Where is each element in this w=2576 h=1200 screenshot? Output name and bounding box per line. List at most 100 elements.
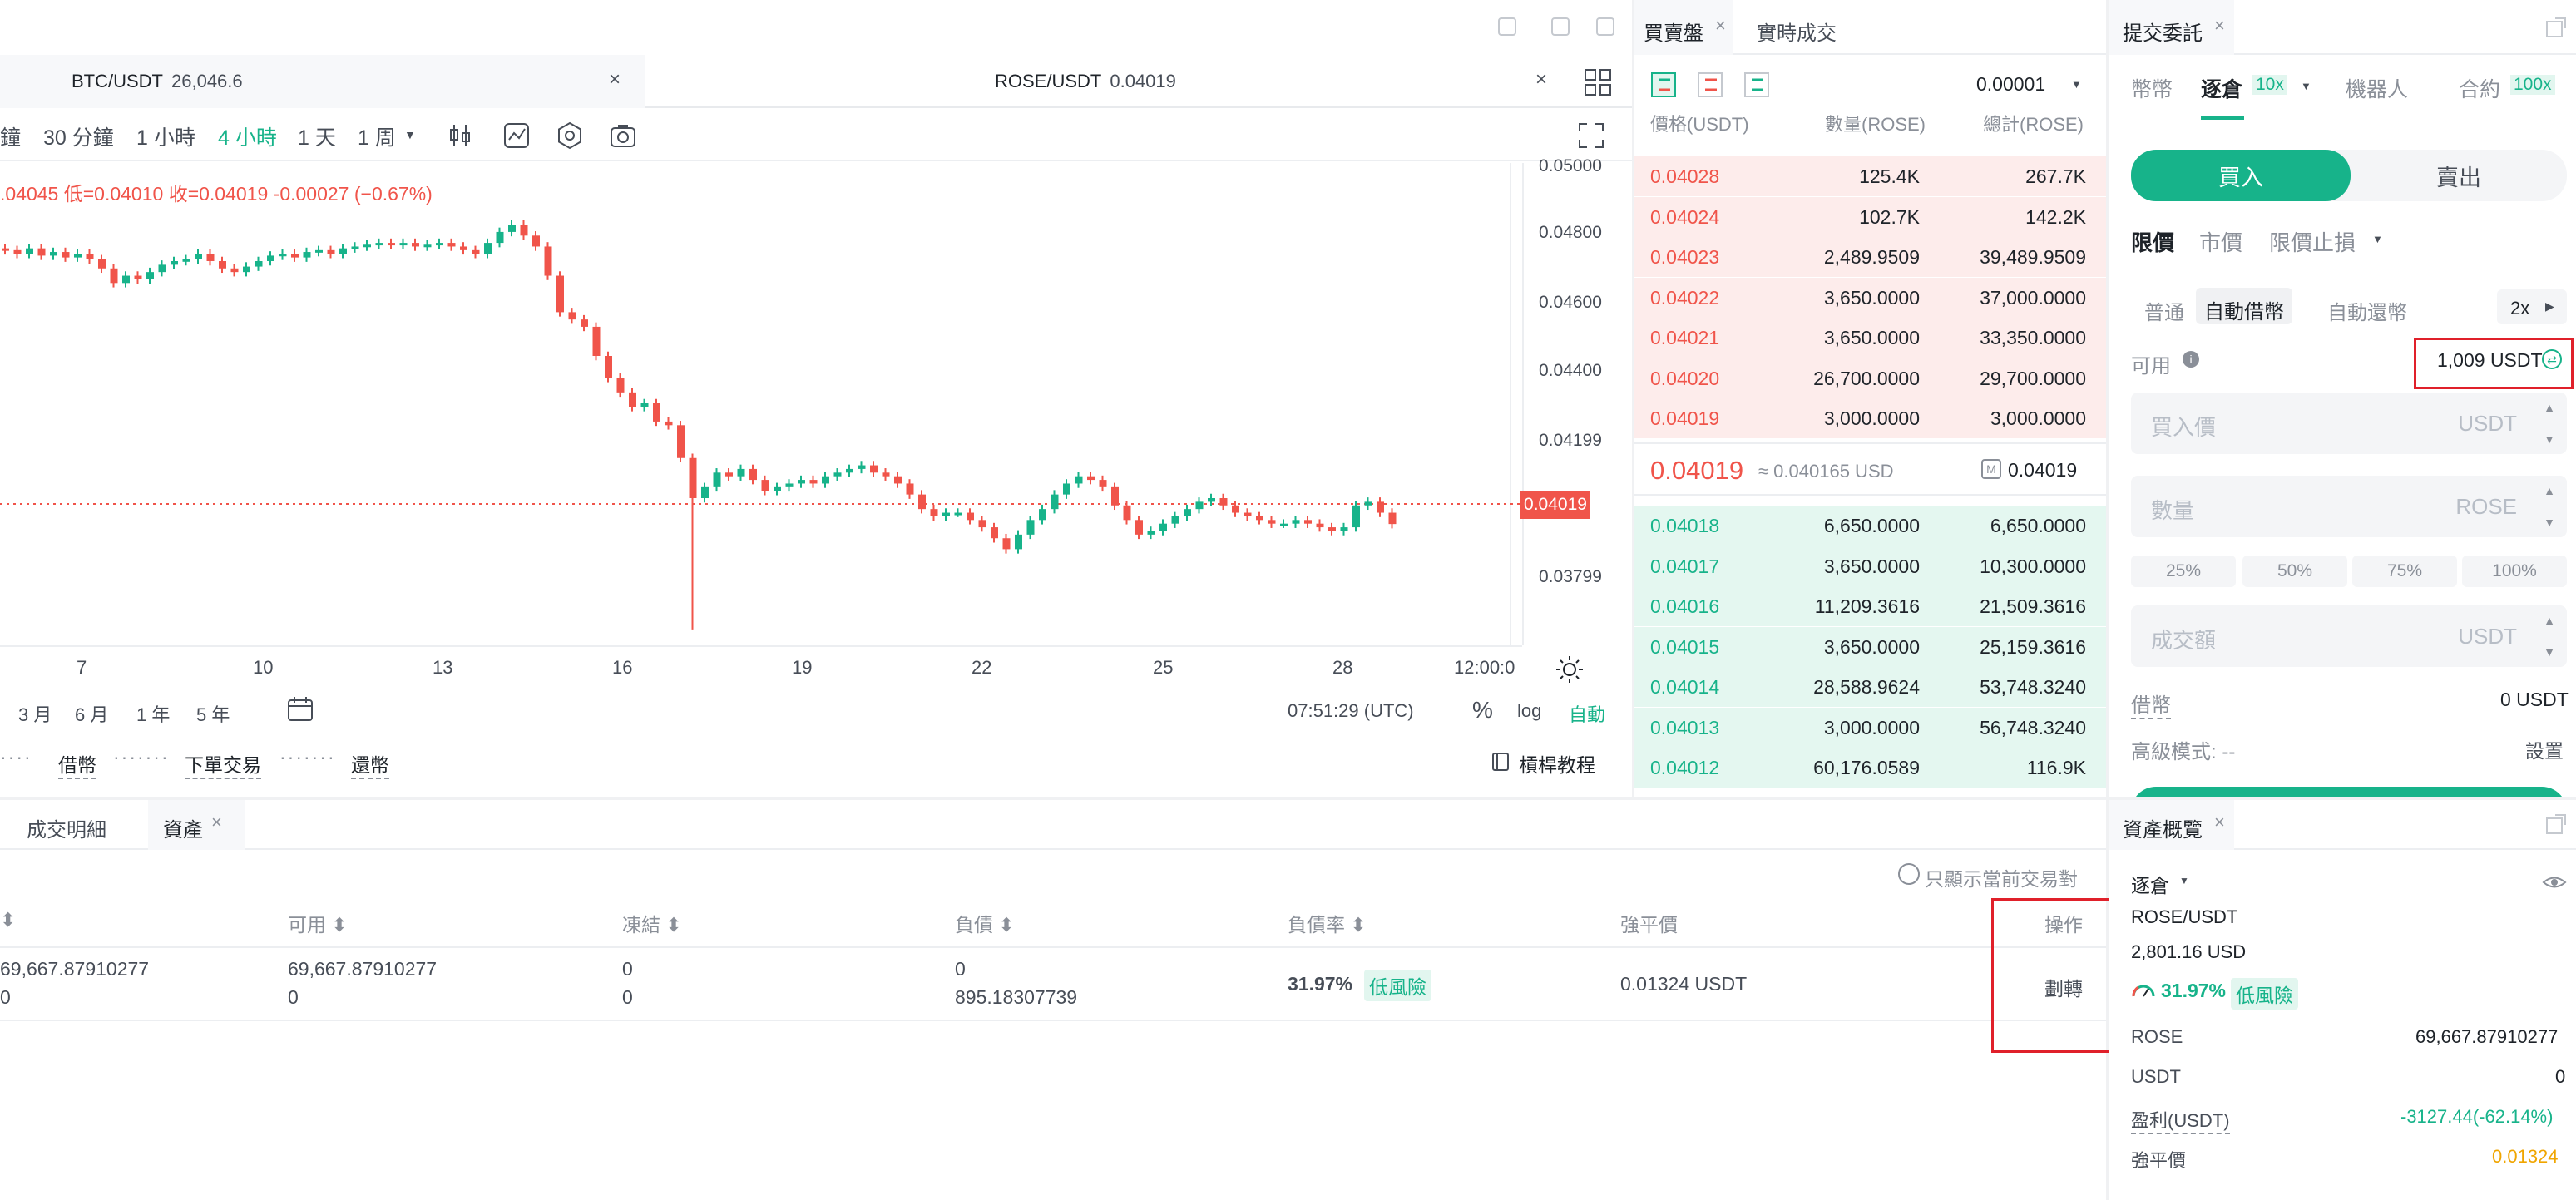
fullscreen-icon[interactable] xyxy=(1577,121,1605,150)
guide-step-repay[interactable]: 還幣 xyxy=(351,749,389,779)
ask-row[interactable]: 0.04019 3,000.0000 3,000.0000 xyxy=(1634,398,2106,438)
ask-row[interactable]: 0.04028 125.4K 267.7K xyxy=(1634,156,2106,196)
info-icon[interactable]: i xyxy=(2183,351,2199,368)
auto-toggle[interactable]: 自動 xyxy=(1569,700,1605,727)
settings-link[interactable]: 設置 xyxy=(2525,735,2564,763)
ask-row[interactable]: 0.04023 2,489.9509 39,489.9509 xyxy=(1634,237,2106,277)
settings-icon[interactable] xyxy=(556,121,584,150)
step-up-icon[interactable]: ▲ xyxy=(2544,614,2555,627)
step-down-icon[interactable]: ▼ xyxy=(2544,432,2555,446)
ask-row[interactable]: 0.04021 3,650.0000 33,350.0000 xyxy=(1634,318,2106,358)
tab-trade-history[interactable]: 成交明細 xyxy=(27,813,106,842)
bid-row[interactable]: 0.04016 11,209.3616 21,509.3616 xyxy=(1634,586,2106,626)
precision-select[interactable]: 0.00001 xyxy=(1976,73,2045,96)
tab-btc[interactable]: BTC/USDT 26,046.6 × xyxy=(0,55,645,108)
tab-trades[interactable]: 實時成交 xyxy=(1757,17,1837,46)
camera-icon[interactable] xyxy=(609,121,637,150)
close-icon[interactable]: × xyxy=(609,68,621,91)
range-option[interactable]: 1 年 xyxy=(136,700,170,727)
timeframe-option[interactable]: 1 小時 xyxy=(136,121,195,151)
close-icon[interactable]: × xyxy=(1535,68,1547,91)
borrow-mode-auto-borrow[interactable]: 自動借幣 xyxy=(2196,288,2292,324)
candle-type-icon[interactable] xyxy=(446,121,474,150)
timeframe-option[interactable]: 鐘 xyxy=(0,121,21,151)
grid-icon[interactable] xyxy=(1584,68,1612,96)
candlestick-chart[interactable] xyxy=(0,163,1522,645)
close-icon[interactable]: × xyxy=(211,812,222,833)
borrow-mode-auto-repay[interactable]: 自動還幣 xyxy=(2327,296,2407,325)
range-option[interactable]: 5 年 xyxy=(196,700,230,727)
percent-25[interactable]: 25% xyxy=(2131,556,2236,587)
ask-row[interactable]: 0.04024 102.7K 142.2K xyxy=(1634,196,2106,237)
indicator-icon[interactable] xyxy=(502,121,531,150)
timeframe-option[interactable]: 30 分鐘 xyxy=(43,121,114,151)
buy-tab[interactable]: 買入 xyxy=(2131,150,2351,201)
quantity-input[interactable]: 數量 ROSE ▲ ▼ xyxy=(2131,476,2567,537)
bid-row[interactable]: 0.04015 3,650.0000 25,159.3616 xyxy=(1634,626,2106,667)
tab-rose[interactable]: ROSE/USDT 0.04019 × xyxy=(647,55,1570,108)
percent-100[interactable]: 100% xyxy=(2462,556,2567,587)
timeframe-option[interactable]: 1 天 xyxy=(298,121,336,151)
range-option[interactable]: 3 月 xyxy=(18,700,52,727)
calendar-icon[interactable] xyxy=(286,695,316,723)
popout-icon[interactable] xyxy=(2545,813,2567,835)
only-current-checkbox[interactable] xyxy=(1898,863,1920,885)
col-frozen[interactable]: 凍結 ⬍ xyxy=(622,909,682,937)
range-option[interactable]: 6 月 xyxy=(75,700,108,727)
mode-isolated[interactable]: 逐倉 xyxy=(2201,73,2242,103)
bid-row[interactable]: 0.04012 60,176.0589 116.9K xyxy=(1634,748,2106,788)
col-available[interactable]: 可用 ⬍ xyxy=(288,909,348,937)
layout-icons[interactable] xyxy=(1494,15,1619,40)
leverage-select[interactable]: 2x ▶ xyxy=(2497,289,2567,324)
chevron-down-icon[interactable]: ▼ xyxy=(2372,233,2383,245)
sun-icon[interactable] xyxy=(1555,655,1584,684)
mode-bot[interactable]: 機器人 xyxy=(2346,73,2408,103)
mode-futures[interactable]: 合約 xyxy=(2459,73,2500,103)
tab-orderbook[interactable]: 買賣盤 × xyxy=(1634,0,1733,55)
bid-row[interactable]: 0.04018 6,650.0000 6,650.0000 xyxy=(1634,506,2106,546)
orderbook-view-icons[interactable] xyxy=(1650,72,1775,100)
leverage-tutorial-link[interactable]: 槓桿教程 xyxy=(1519,749,1595,778)
chevron-down-icon[interactable]: ▼ xyxy=(2071,78,2082,91)
bid-row[interactable]: 0.04017 3,650.0000 10,300.0000 xyxy=(1634,546,2106,586)
total-input[interactable]: 成交額 USDT ▲ ▼ xyxy=(2131,605,2567,667)
borrow-mode-normal[interactable]: 普通 xyxy=(2144,296,2184,325)
order-type-limit[interactable]: 限價 xyxy=(2131,226,2174,257)
tab-place-order[interactable]: 提交委託 × xyxy=(2109,0,2234,55)
percent-toggle[interactable]: % xyxy=(1472,697,1493,723)
submit-buy-button[interactable] xyxy=(2131,787,2567,797)
eye-icon[interactable] xyxy=(2542,873,2567,891)
ask-row[interactable]: 0.04022 3,650.0000 37,000.0000 xyxy=(1634,277,2106,318)
chevron-down-icon[interactable]: ▼ xyxy=(2301,80,2311,92)
step-down-icon[interactable]: ▼ xyxy=(2544,645,2555,659)
bid-row[interactable]: 0.04013 3,000.0000 56,748.3240 xyxy=(1634,707,2106,748)
col-debt-ratio[interactable]: 負債率 ⬍ xyxy=(1288,909,1367,937)
bid-row[interactable]: 0.04014 28,588.9624 53,748.3240 xyxy=(1634,667,2106,707)
close-icon[interactable]: × xyxy=(1715,15,1726,37)
chevron-down-icon[interactable]: ▼ xyxy=(2179,875,2189,886)
col-total-sort-icon[interactable]: ⬍ xyxy=(0,909,16,931)
timeframe-option-active[interactable]: 4 小時 xyxy=(218,121,277,151)
col-debt[interactable]: 負債 ⬍ xyxy=(955,909,1015,937)
ask-row[interactable]: 0.04020 26,700.0000 29,700.0000 xyxy=(1634,358,2106,398)
chevron-down-icon[interactable]: ▼ xyxy=(404,128,416,141)
step-up-icon[interactable]: ▲ xyxy=(2544,401,2555,414)
sell-tab[interactable]: 賣出 xyxy=(2351,150,2567,201)
popout-icon[interactable] xyxy=(2545,17,2567,38)
close-icon[interactable]: × xyxy=(2214,15,2225,37)
tab-assets[interactable]: 資產 × xyxy=(148,800,245,850)
close-icon[interactable]: × xyxy=(2214,812,2225,833)
guide-step-borrow[interactable]: 借幣 xyxy=(58,749,96,779)
log-toggle[interactable]: log xyxy=(1517,700,1541,722)
order-type-stop-limit[interactable]: 限價止損 xyxy=(2269,226,2356,257)
order-type-market[interactable]: 市價 xyxy=(2199,226,2242,257)
percent-75[interactable]: 75% xyxy=(2352,556,2457,587)
tab-asset-overview[interactable]: 資產概覽 × xyxy=(2109,800,2234,850)
mode-spot[interactable]: 幣幣 xyxy=(2131,73,2173,103)
margin-mode-select[interactable]: 逐倉 xyxy=(2131,870,2169,898)
step-down-icon[interactable]: ▼ xyxy=(2544,516,2555,529)
timeframe-option[interactable]: 1 周 xyxy=(358,121,396,151)
step-up-icon[interactable]: ▲ xyxy=(2544,484,2555,497)
guide-step-trade[interactable]: 下單交易 xyxy=(185,749,261,779)
percent-50[interactable]: 50% xyxy=(2242,556,2347,587)
